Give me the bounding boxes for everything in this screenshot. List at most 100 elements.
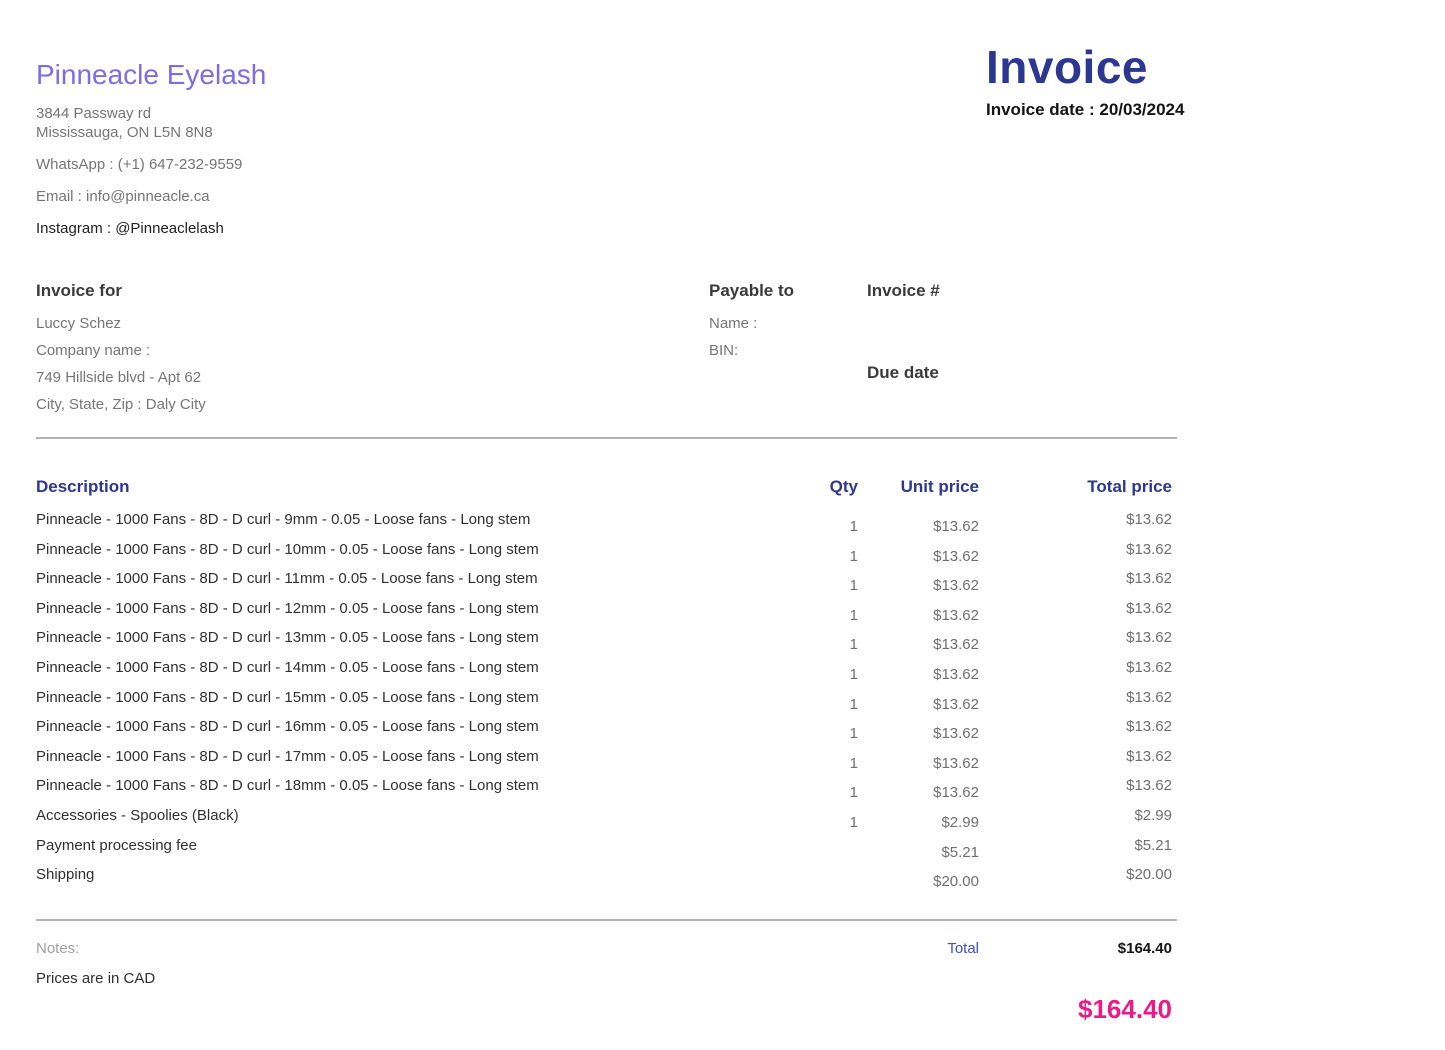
row-unit-price: $13.62 [858,636,979,654]
row-unit-price: $5.21 [858,844,979,862]
total-label: Total [858,940,979,958]
payable-to-section: Payable to Name : BIN: [709,281,794,364]
row-total-price: $13.62 [979,777,1172,795]
row-qty: 1 [798,607,858,625]
table-row: Payment processing fee $5.21 $5.21 [36,837,1172,867]
invoice-meta-section: Invoice # Due date [867,281,940,383]
total-value: $164.40 [979,940,1172,958]
row-unit-price: $13.62 [858,518,979,536]
row-total-price: $13.62 [979,511,1172,529]
row-qty: 1 [798,725,858,743]
grand-total: $164.40 [36,994,1172,1025]
row-description: Payment processing fee [36,837,798,855]
row-total-price: $13.62 [979,629,1172,647]
invoice-title: Invoice [986,40,1184,94]
invoice-for-heading: Invoice for [36,281,206,301]
row-description: Pinneacle - 1000 Fans - 8D - D curl - 13… [36,629,798,647]
row-qty: 1 [798,696,858,714]
row-total-price: $20.00 [979,866,1172,884]
totals-row: Notes: Total $164.40 [36,940,1172,958]
row-qty: 1 [798,784,858,802]
header-qty: Qty [798,477,858,497]
row-description: Pinneacle - 1000 Fans - 8D - D curl - 10… [36,541,798,559]
notes-label: Notes: [36,940,798,958]
table-row: Shipping $20.00 $20.00 [36,866,1172,896]
payable-to-heading: Payable to [709,281,794,301]
seller-instagram: Instagram : @Pinneaclelash [36,219,266,238]
seller-header: Pinneacle Eyelash 3844 Passway rd Missis… [36,58,266,238]
row-qty: 1 [798,548,858,566]
row-description: Pinneacle - 1000 Fans - 8D - D curl - 9m… [36,511,798,529]
invoice-number-heading: Invoice # [867,281,940,301]
row-qty: 1 [798,577,858,595]
row-unit-price: $13.62 [858,725,979,743]
table-row: Pinneacle - 1000 Fans - 8D - D curl - 13… [36,629,1172,659]
row-total-price: $13.62 [979,659,1172,677]
row-unit-price: $13.62 [858,784,979,802]
currency-note: Prices are in CAD [36,970,155,987]
row-description: Pinneacle - 1000 Fans - 8D - D curl - 15… [36,689,798,707]
invoice-for-section: Invoice for Luccy Schez Company name : 7… [36,281,206,418]
row-qty: 1 [798,518,858,536]
row-unit-price: $20.00 [858,873,979,891]
table-top-divider [36,437,1177,439]
customer-name: Luccy Schez [36,310,206,337]
invoice-title-block: Invoice Invoice date : 20/03/2024 [986,40,1184,120]
table-row: Pinneacle - 1000 Fans - 8D - D curl - 18… [36,777,1172,807]
seller-whatsapp: WhatsApp : (+1) 647-232-9559 [36,155,266,174]
table-row: Accessories - Spoolies (Black) 1 $2.99 $… [36,807,1172,837]
row-total-price: $5.21 [979,837,1172,855]
row-description: Pinneacle - 1000 Fans - 8D - D curl - 17… [36,748,798,766]
customer-city: City, State, Zip : Daly City [36,391,206,418]
row-qty: 1 [798,814,858,832]
row-total-price: $13.62 [979,748,1172,766]
brand-name: Pinneacle Eyelash [36,58,266,92]
table-row: Pinneacle - 1000 Fans - 8D - D curl - 10… [36,541,1172,571]
row-total-price: $2.99 [979,807,1172,825]
row-unit-price: $13.62 [858,755,979,773]
header-description: Description [36,477,798,497]
payable-bin: BIN: [709,337,794,364]
header-total-price: Total price [979,477,1172,497]
row-description: Pinneacle - 1000 Fans - 8D - D curl - 16… [36,718,798,736]
table-row: Pinneacle - 1000 Fans - 8D - D curl - 9m… [36,511,1172,541]
row-unit-price: $13.62 [858,666,979,684]
row-description: Shipping [36,866,798,884]
row-description: Pinneacle - 1000 Fans - 8D - D curl - 18… [36,777,798,795]
table-row: Pinneacle - 1000 Fans - 8D - D curl - 16… [36,718,1172,748]
seller-address-line2: Mississauga, ON L5N 8N8 [36,123,266,142]
row-description: Accessories - Spoolies (Black) [36,807,798,825]
row-total-price: $13.62 [979,600,1172,618]
row-unit-price: $13.62 [858,607,979,625]
customer-company: Company name : [36,337,206,364]
row-total-price: $13.62 [979,689,1172,707]
row-description: Pinneacle - 1000 Fans - 8D - D curl - 14… [36,659,798,677]
payable-name: Name : [709,310,794,337]
table-row: Pinneacle - 1000 Fans - 8D - D curl - 12… [36,600,1172,630]
customer-address: 749 Hillside blvd - Apt 62 [36,364,206,391]
row-total-price: $13.62 [979,541,1172,559]
row-description: Pinneacle - 1000 Fans - 8D - D curl - 12… [36,600,798,618]
row-qty: 1 [798,636,858,654]
table-row: Pinneacle - 1000 Fans - 8D - D curl - 11… [36,570,1172,600]
seller-address-line1: 3844 Passway rd [36,104,266,123]
row-unit-price: $13.62 [858,577,979,595]
invoice-page: Pinneacle Eyelash 3844 Passway rd Missis… [0,0,1445,1050]
header-unit-price: Unit price [858,477,979,497]
row-unit-price: $2.99 [858,814,979,832]
row-unit-price: $13.62 [858,548,979,566]
seller-email: Email : info@pinneacle.ca [36,187,266,206]
table-row: Pinneacle - 1000 Fans - 8D - D curl - 14… [36,659,1172,689]
table-row: Pinneacle - 1000 Fans - 8D - D curl - 15… [36,689,1172,719]
row-total-price: $13.62 [979,570,1172,588]
invoice-date: Invoice date : 20/03/2024 [986,100,1184,120]
row-description: Pinneacle - 1000 Fans - 8D - D curl - 11… [36,570,798,588]
row-unit-price: $13.62 [858,696,979,714]
row-qty: 1 [798,666,858,684]
row-total-price: $13.62 [979,718,1172,736]
items-table-header: Description Qty Unit price Total price [36,477,1172,497]
due-date-heading: Due date [867,363,940,383]
row-qty: 1 [798,755,858,773]
table-rows: Pinneacle - 1000 Fans - 8D - D curl - 9m… [36,511,1172,896]
table-bottom-divider [36,919,1177,921]
